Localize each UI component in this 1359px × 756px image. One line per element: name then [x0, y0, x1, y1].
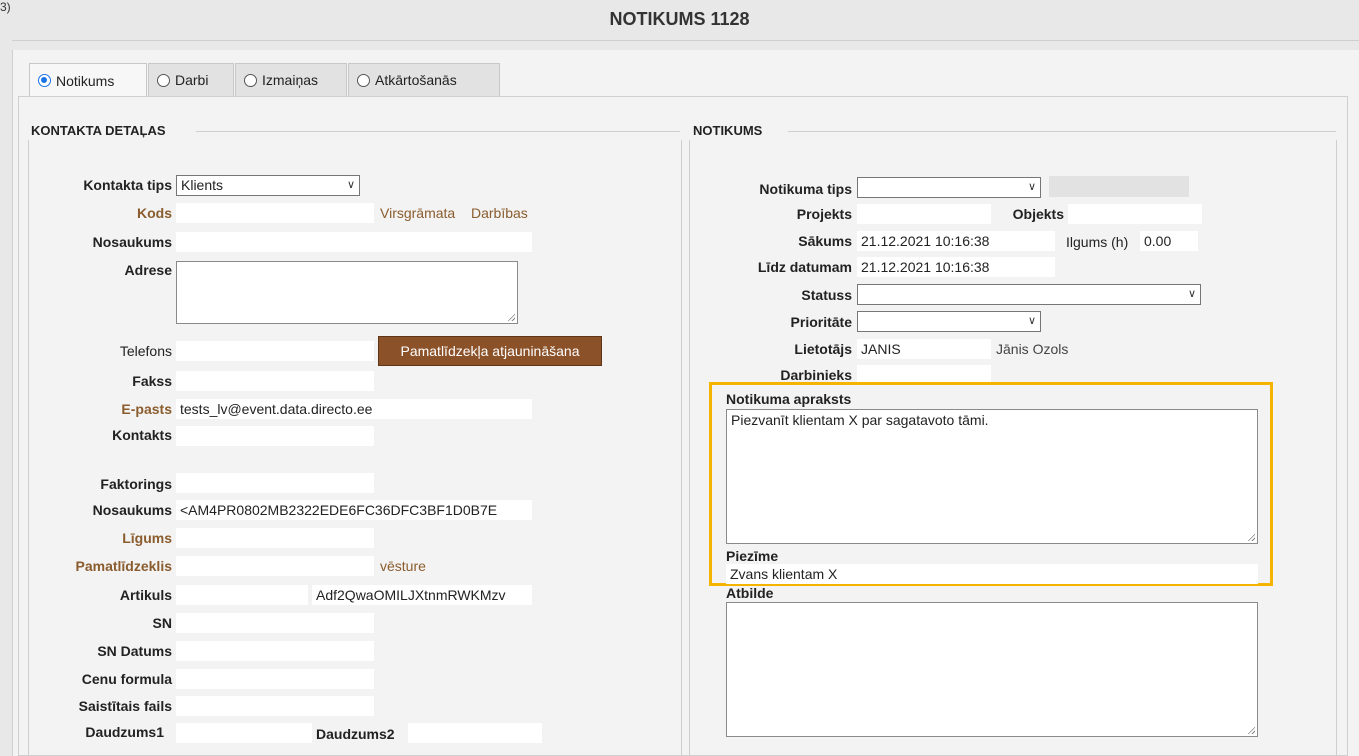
resize-grip-icon[interactable]	[1247, 533, 1255, 541]
label-sn-datums: SN Datums	[97, 643, 172, 659]
section-divider	[196, 131, 680, 132]
label-daudzums1: Daudzums1	[85, 724, 164, 740]
atbilde-textarea[interactable]	[726, 602, 1258, 737]
nosaukums-2-field[interactable]: <AM4PR0802MB2322EDE6FC36DFC3BF1D0B7E	[176, 500, 532, 520]
tab-darbi[interactable]: Darbi	[148, 63, 234, 96]
label-fakss: Fakss	[132, 373, 172, 389]
pamatlidzekla-atjauninasana-button[interactable]: Pamatlīdzekļa atjaunināšana	[378, 336, 602, 366]
section-title-kontakta: KONTAKTA DETAĻAS	[31, 123, 166, 138]
objekts-field[interactable]	[1068, 204, 1202, 224]
chevron-down-icon: ∨	[1027, 181, 1036, 193]
notikuma-tips-extra	[1049, 176, 1189, 197]
pamatlidzeklis-field[interactable]	[176, 556, 374, 576]
apraksts-value: Piezvanīt klientam X par sagatavoto tāmi…	[731, 412, 989, 428]
label-ligums[interactable]: Līgums	[30, 530, 172, 546]
tab-notikums[interactable]: Notikums	[29, 63, 147, 97]
label-cenu-formula: Cenu formula	[81, 671, 172, 687]
label-lidz-datumam: Līdz datumam	[757, 259, 852, 275]
statuss-select[interactable]: ∨	[857, 284, 1201, 305]
page-title: NOTIKUMS 1128	[609, 9, 750, 29]
label-lietotajs: Lietotājs	[794, 341, 852, 357]
radio-icon	[357, 73, 370, 87]
tab-label: Izmaiņas	[262, 72, 319, 88]
daudzums1-field[interactable]	[176, 723, 312, 743]
label-telefons: Telefons	[119, 343, 172, 359]
sn-field[interactable]	[176, 613, 374, 633]
sn-datums-field[interactable]	[176, 641, 374, 661]
label-epasts[interactable]: E-pasts	[30, 401, 172, 417]
chevron-down-icon: ∨	[346, 179, 355, 191]
label-nosaukums-2: Nosaukums	[92, 502, 172, 518]
fakss-field[interactable]	[176, 371, 374, 391]
virsgramata-link[interactable]: Virsgrāmata	[380, 205, 455, 221]
label-sakums: Sākums	[798, 233, 852, 249]
radio-selected-icon	[38, 74, 51, 87]
label-notikuma-tips: Notikuma tips	[759, 181, 852, 197]
label-darbinieks: Darbinieks	[780, 367, 852, 383]
label-faktorings: Faktorings	[100, 476, 172, 492]
radio-icon	[244, 73, 257, 87]
label-kontakta-tips: Kontakta tips	[83, 177, 172, 193]
faktorings-field[interactable]	[176, 473, 374, 493]
label-pamatlidzeklis[interactable]: Pamatlīdzeklis	[30, 558, 173, 574]
tab-izmainas[interactable]: Izmaiņas	[235, 63, 347, 96]
kods-field[interactable]	[176, 203, 374, 223]
section-title-notikums: NOTIKUMS	[693, 123, 763, 138]
label-artikuls: Artikuls	[119, 587, 172, 603]
resize-grip-icon[interactable]	[507, 313, 515, 321]
tab-atkartosanas[interactable]: Atkārtošanās	[348, 63, 500, 96]
label-prioritate: Prioritāte	[790, 314, 852, 330]
notikuma-tips-select[interactable]: ∨	[857, 177, 1041, 198]
label-objekts: Objekts	[1012, 206, 1064, 222]
daudzums2-field[interactable]	[408, 723, 542, 743]
title-divider	[12, 40, 1359, 41]
chevron-down-icon: ∨	[1027, 315, 1036, 327]
label-daudzums2: Daudzums2	[316, 726, 395, 742]
darbibas-link[interactable]: Darbības	[471, 205, 528, 221]
kontakts-field[interactable]	[176, 426, 374, 446]
radio-icon	[157, 73, 170, 87]
label-ilgums: Ilgums (h)	[1066, 234, 1129, 250]
telefons-field[interactable]	[176, 341, 374, 361]
label-sn: SN	[152, 615, 172, 631]
ilgums-field[interactable]: 0.00	[1140, 231, 1198, 251]
tab-label: Darbi	[175, 72, 209, 88]
select-value: Klients	[181, 177, 224, 193]
lidz-datumam-field[interactable]: 21.12.2021 10:16:38	[857, 257, 1055, 277]
saistitais-fails-field[interactable]	[176, 696, 374, 716]
kontakta-tips-select[interactable]: Klients ∨	[176, 175, 360, 196]
notikuma-apraksts-textarea[interactable]: Piezvanīt klientam X par sagatavoto tāmi…	[726, 409, 1258, 544]
chevron-down-icon: ∨	[1187, 288, 1196, 300]
lietotajs-name: Jānis Ozols	[996, 341, 1069, 357]
label-nosaukums: Nosaukums	[92, 234, 172, 250]
label-notikuma-apraksts: Notikuma apraksts	[726, 391, 852, 407]
lietotajs-field[interactable]: JANIS	[857, 339, 991, 359]
label-projekts: Projekts	[796, 206, 852, 222]
label-kontakts: Kontakts	[112, 427, 172, 443]
adrese-textarea[interactable]	[176, 261, 518, 324]
nosaukums-field[interactable]	[176, 232, 532, 252]
label-adrese: Adrese	[124, 262, 172, 278]
section-divider	[788, 131, 1336, 132]
artikuls-name-field[interactable]: Adf2QwaOMILJXtnmRWKMzv	[312, 585, 532, 605]
artikuls-field[interactable]	[176, 585, 308, 605]
label-saistitais-fails: Saistītais fails	[78, 698, 172, 714]
tab-label: Atkārtošanās	[375, 72, 457, 88]
vesture-link[interactable]: vēsture	[380, 558, 426, 574]
piezime-field[interactable]: Zvans klientam X	[726, 564, 1258, 584]
ligums-field[interactable]	[176, 528, 374, 548]
epasts-field[interactable]: tests_lv@event.data.directo.ee	[176, 399, 532, 419]
label-kods[interactable]: Kods	[30, 205, 172, 221]
projekts-field[interactable]	[857, 204, 991, 224]
cenu-formula-field[interactable]	[176, 669, 374, 689]
tab-label: Notikums	[56, 72, 115, 89]
label-piezime: Piezīme	[726, 548, 779, 564]
prioritate-select[interactable]: ∨	[857, 311, 1041, 332]
sakums-field[interactable]: 21.12.2021 10:16:38	[857, 231, 1055, 251]
resize-grip-icon[interactable]	[1247, 726, 1255, 734]
label-atbilde: Atbilde	[726, 585, 774, 601]
label-statuss: Statuss	[801, 287, 852, 303]
